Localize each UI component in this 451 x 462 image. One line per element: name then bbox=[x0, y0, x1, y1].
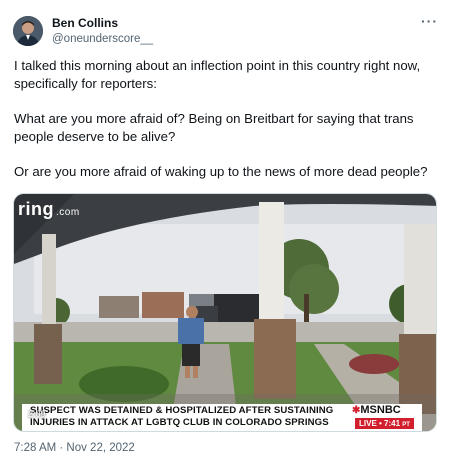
tweet-paragraph-1: I talked this morning about an inflectio… bbox=[14, 58, 421, 91]
tweet-paragraph-3: Or are you more afraid of waking up to t… bbox=[14, 164, 428, 179]
network-logo: ✱MSNBC bbox=[352, 404, 401, 416]
author-avatar[interactable] bbox=[13, 16, 43, 46]
chyron-line-2: INJURIES IN ATTACK AT LGBTQ CLUB IN COLO… bbox=[30, 417, 329, 428]
tweet-timestamp[interactable]: 7:28 AM · Nov 22, 2022 bbox=[14, 442, 135, 454]
video-frame bbox=[14, 194, 436, 431]
author-handle[interactable]: @oneunderscore__ bbox=[52, 33, 153, 45]
tweet-card[interactable]: Ben Collins @oneunderscore__ ··· I talke… bbox=[0, 0, 451, 462]
tweet-paragraph-2: What are you more afraid of? Being on Br… bbox=[14, 111, 414, 144]
video-timecode: 2:09 bbox=[28, 409, 46, 419]
author-name[interactable]: Ben Collins bbox=[52, 16, 118, 30]
live-badge: LIVE • 7:41 PT bbox=[355, 418, 414, 429]
chyron-headline: SUSPECT WAS DETAINED & HOSPITALIZED AFTE… bbox=[22, 404, 348, 431]
more-options-icon[interactable]: ··· bbox=[421, 13, 438, 29]
chyron-line-1: SUSPECT WAS DETAINED & HOSPITALIZED AFTE… bbox=[30, 405, 334, 416]
video-player[interactable]: ring .com bbox=[13, 193, 437, 432]
ring-watermark: ring .com bbox=[18, 199, 80, 219]
